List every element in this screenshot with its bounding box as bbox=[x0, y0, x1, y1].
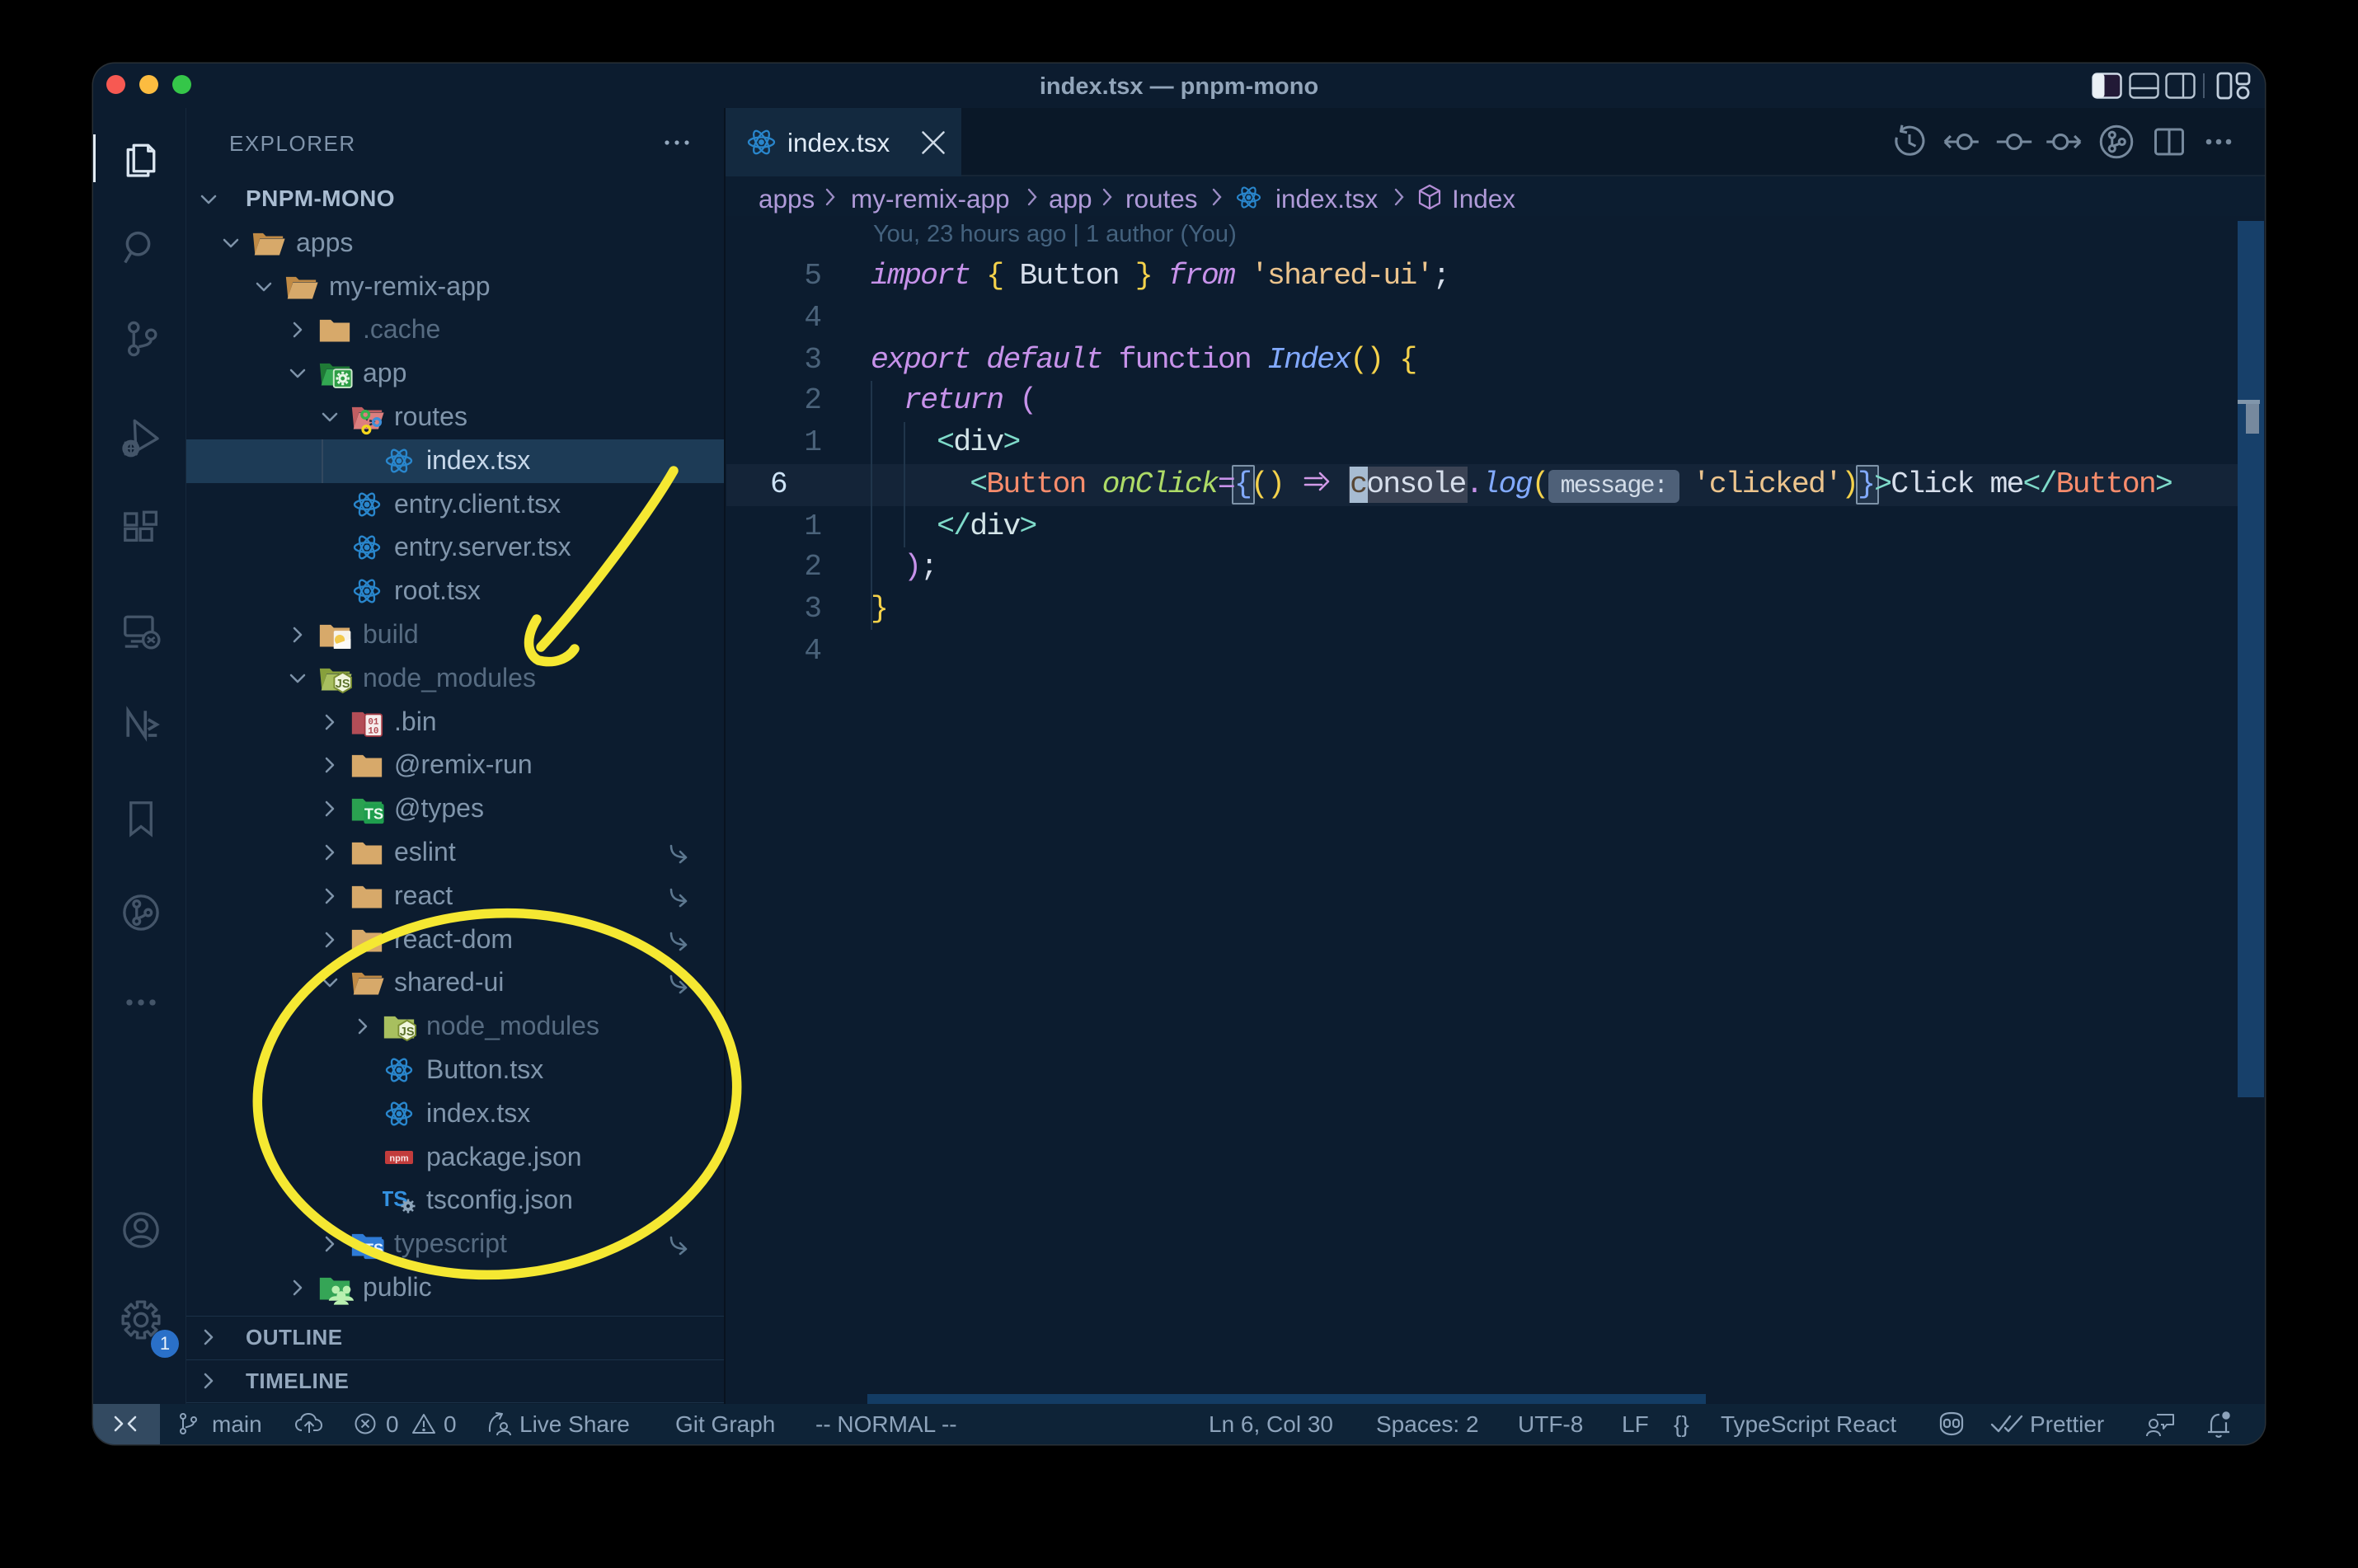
svg-text:TS: TS bbox=[364, 806, 383, 823]
svg-text:JS: JS bbox=[336, 678, 350, 691]
svg-text:10: 10 bbox=[368, 726, 378, 736]
svg-text:TS: TS bbox=[364, 1242, 383, 1258]
svg-text:npm: npm bbox=[389, 1154, 408, 1164]
svg-text:JS: JS bbox=[400, 1026, 415, 1039]
